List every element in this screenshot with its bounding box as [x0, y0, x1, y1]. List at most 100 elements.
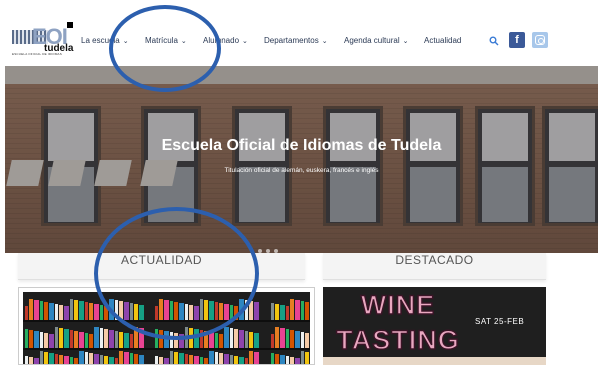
book-spine	[134, 354, 138, 364]
book-spine	[104, 329, 108, 348]
book-spine	[271, 334, 274, 348]
shelf	[23, 348, 310, 350]
hero-title: Escuela Oficial de Idiomas de Tudela	[161, 137, 442, 154]
book-spine	[215, 333, 218, 348]
book-spine	[200, 357, 203, 364]
book-spine	[59, 305, 63, 320]
book-spine	[34, 358, 39, 364]
book-spine	[219, 353, 223, 364]
book-spine	[234, 329, 238, 348]
book-spine	[74, 300, 78, 320]
book-spine	[124, 352, 129, 364]
featured-strip	[323, 357, 546, 365]
book-spine	[290, 357, 294, 364]
book-spine	[130, 353, 133, 364]
book-spine	[89, 353, 93, 364]
book-spine	[189, 355, 193, 364]
book-spine	[219, 334, 223, 348]
book-spine	[215, 352, 218, 364]
book-spine	[64, 306, 69, 320]
book-spine	[70, 330, 73, 348]
nav-item-actualidad[interactable]: Actualidad	[424, 36, 461, 45]
instagram-icon[interactable]	[532, 32, 548, 48]
nav-item-label: Departamentos	[264, 36, 319, 45]
book-spine	[301, 301, 304, 320]
book-spine	[89, 303, 93, 320]
site-header: EOI tudela ESCUELA OFICIAL DE IDIOMAS La…	[0, 0, 598, 66]
book-spine	[74, 358, 78, 364]
slider-dots[interactable]	[258, 240, 282, 253]
book-spine	[239, 357, 244, 364]
annotation-circle	[94, 207, 259, 340]
logo-tagline: ESCUELA OFICIAL DE IDIOMAS	[12, 52, 62, 56]
hero-subtitle: Titulación oficial de alemán, euskera, f…	[224, 167, 379, 174]
book-spine	[209, 351, 214, 364]
nav-item-agenda-cultural[interactable]: Agenda cultural ⌄	[344, 36, 408, 45]
book-spine	[155, 356, 158, 364]
nav-item-departamentos[interactable]: Departamentos ⌄	[264, 36, 328, 45]
book-spine	[305, 302, 309, 320]
book-spine	[204, 358, 208, 364]
book-spine	[49, 334, 54, 348]
book-spine	[249, 351, 253, 364]
book-spine	[29, 299, 33, 320]
book-spine	[40, 301, 43, 320]
hero-overlay	[5, 66, 598, 253]
chevron-down-icon: ⌄	[402, 38, 409, 45]
chevron-down-icon: ⌄	[242, 38, 248, 45]
book-spine	[64, 356, 69, 364]
book-spine	[209, 332, 214, 348]
book-spine	[70, 299, 73, 320]
featured-date: SAT 25-FEB	[475, 317, 525, 326]
book-spine	[280, 305, 285, 320]
book-spine	[85, 352, 88, 364]
book-spine	[130, 334, 133, 348]
book-spine	[109, 330, 114, 348]
book-spine	[239, 330, 244, 348]
book-spine	[79, 332, 84, 348]
book-spine	[119, 351, 123, 364]
book-spine	[271, 303, 274, 320]
book-spine	[79, 301, 84, 320]
site-logo[interactable]: EOI tudela ESCUELA OFICIAL DE IDIOMAS	[12, 22, 74, 56]
book-spine	[286, 329, 289, 348]
book-spine	[55, 304, 58, 320]
book-spine	[100, 305, 103, 320]
book-spine	[100, 355, 103, 364]
search-icon[interactable]	[489, 36, 499, 46]
featured-line2: TASTING	[336, 324, 460, 356]
book-spine	[254, 352, 259, 364]
book-spine	[295, 300, 300, 320]
book-spine	[94, 327, 99, 348]
book-spine	[25, 329, 28, 348]
book-spine	[275, 327, 279, 348]
book-spine	[40, 332, 43, 348]
book-spine	[249, 332, 253, 348]
book-spine	[271, 353, 274, 364]
book-spine	[224, 327, 229, 348]
book-spine	[29, 357, 33, 364]
hero-banner: Escuela Oficial de Idiomas de Tudela Tit…	[5, 66, 598, 253]
book-spine	[85, 302, 88, 320]
book-spine	[280, 328, 285, 348]
book-spine	[100, 328, 103, 348]
book-spine	[119, 332, 123, 348]
book-spine	[115, 331, 118, 348]
book-spine	[275, 354, 279, 364]
book-spine	[44, 333, 48, 348]
book-spine	[230, 328, 233, 348]
book-spine	[295, 358, 300, 364]
facebook-icon[interactable]: f	[509, 32, 525, 48]
featured-card[interactable]: WINE TASTING SAT 25-FEB	[323, 287, 546, 365]
book-spine	[234, 356, 238, 364]
book-spine	[44, 352, 48, 364]
book-spine	[49, 303, 54, 320]
featured-line1: WINE	[360, 289, 436, 321]
book-spine	[34, 331, 39, 348]
tab-destacado[interactable]: DESTACADO	[323, 253, 546, 280]
book-spine	[286, 306, 289, 320]
book-spine	[89, 334, 93, 348]
book-spine	[170, 351, 173, 364]
book-spine	[305, 333, 309, 348]
book-spine	[109, 357, 114, 364]
